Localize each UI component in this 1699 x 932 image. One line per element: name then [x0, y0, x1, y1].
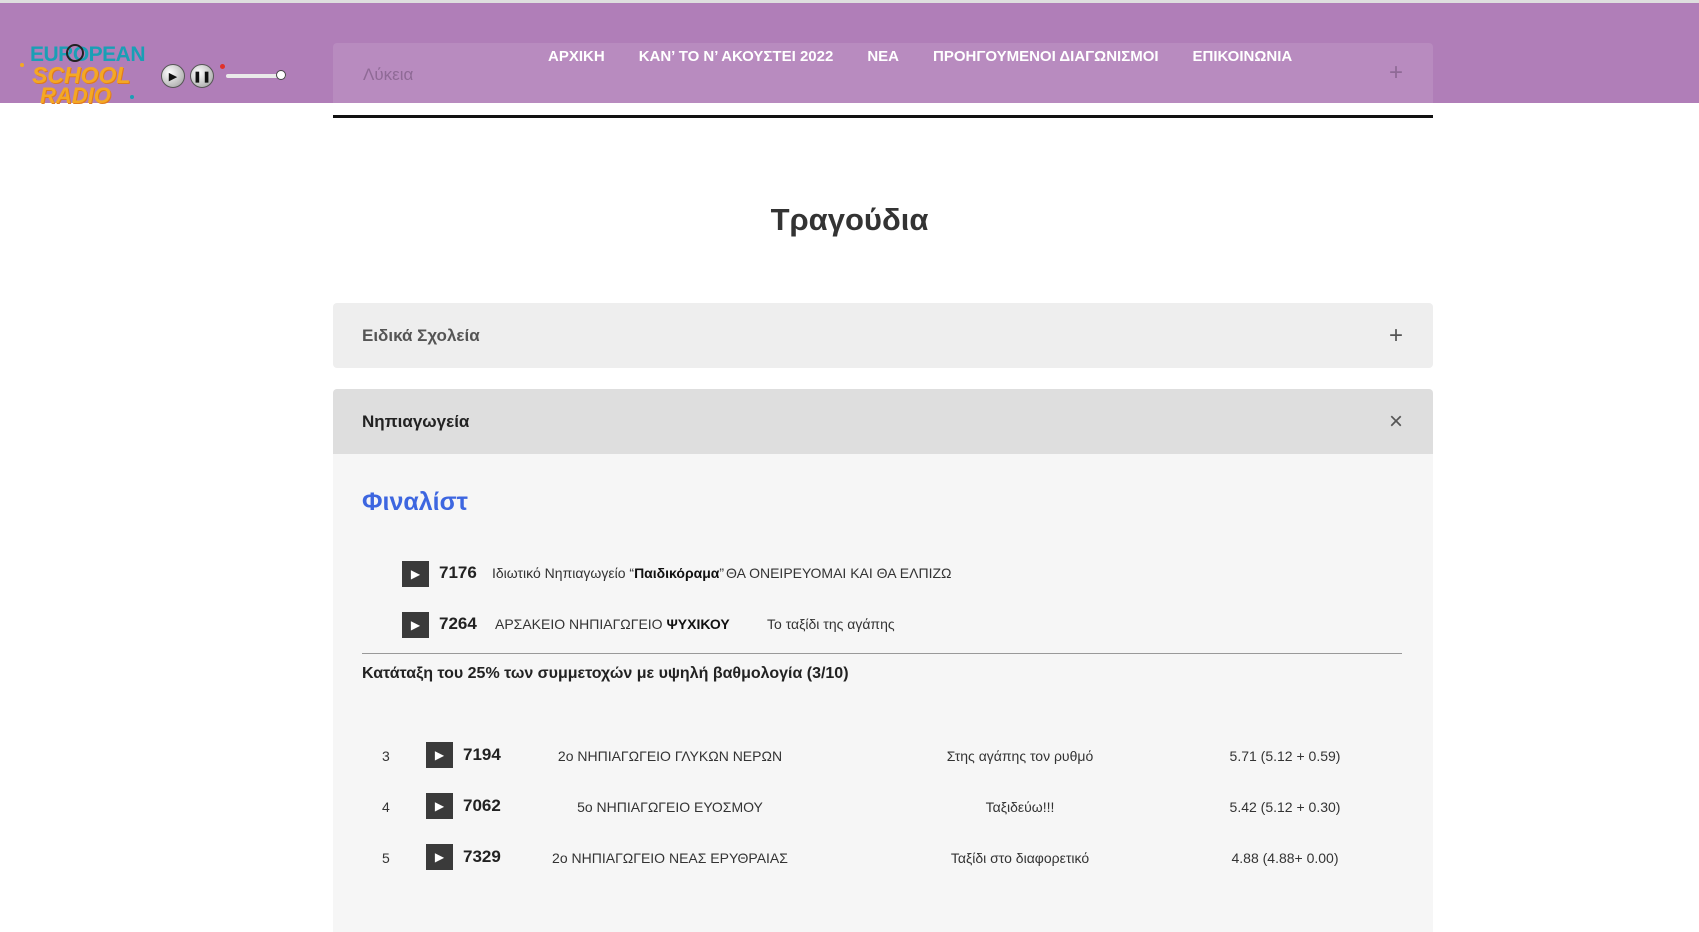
logo-dot [20, 63, 24, 67]
nav-item-contact[interactable]: ΕΠΙΚΟΙΝΩΝΙΑ [1193, 48, 1293, 68]
school-name-prefix: ΑΡΣΑΚΕΙΟ ΝΗΠΙΑΓΩΓΕΙΟ [495, 616, 667, 632]
accordion-nipiagogeia-label: Νηπιαγωγεία [362, 411, 470, 431]
site-logo[interactable]: EUROPEAN SCHOOL RADIO [18, 41, 148, 111]
ranking-heading: Κατάταξη του 25% των συμμετοχών με υψηλή… [362, 665, 849, 682]
close-icon[interactable]: × [1389, 409, 1403, 434]
school-name-suffix: ” [719, 565, 725, 581]
entry-song: Το ταξίδι της αγάπης [767, 616, 895, 632]
entry-school: ΑΡΣΑΚΕΙΟ ΝΗΠΙΑΓΩΓΕΙΟ ΨΥΧΙΚΟΥ [495, 616, 730, 632]
accordion-lykeia-label: Λύκεια [363, 65, 414, 84]
entry-school: Ιδιωτικό Νηπιαγωγείο “Παιδικόραμα” [492, 565, 724, 581]
play-icon[interactable]: ▶ [161, 64, 185, 88]
entry-id: 7194 [463, 745, 501, 764]
rank-number: 5 [382, 850, 390, 866]
nav-item-home[interactable]: ΑΡΧΙΚΗ [548, 48, 605, 68]
entry-song: Στης αγάπης τον ρυθμό [946, 748, 1094, 764]
entry-id: 7062 [463, 796, 501, 815]
school-name-bold: ΨΥΧΙΚΟΥ [666, 616, 730, 632]
play-icon[interactable]: ▶ [402, 561, 429, 587]
entry-score: 4.88 (4.88+ 0.00) [1231, 850, 1339, 866]
entry-school: 5ο ΝΗΠΙΑΓΩΓΕΙΟ ΕΥΟΣΜΟΥ [577, 799, 763, 815]
entry-song: Ταξιδεύω!!! [985, 799, 1055, 815]
nav-item-contest-2022[interactable]: ΚΑΝ’ ΤΟ Ν’ ΑΚΟΥΣΤΕΙ 2022 [639, 48, 834, 68]
entry-song: Ταξίδι στο διαφορετικό [950, 850, 1090, 866]
school-name-bold: Παιδικόραμα [634, 565, 720, 581]
entry-id: 7329 [463, 847, 501, 866]
entry-score: 5.42 (5.12 + 0.30) [1229, 799, 1341, 815]
play-icon[interactable]: ▶ [402, 612, 429, 638]
finalists-divider [362, 653, 1402, 654]
entry-id: 7176 [439, 563, 477, 582]
nav-item-previous-contests[interactable]: ΠΡΟΗΓΟΥΜΕΝΟΙ ΔΙΑΓΩΝΙΣΜΟΙ [933, 48, 1159, 68]
play-icon[interactable]: ▶ [426, 793, 453, 819]
plus-icon[interactable]: + [1389, 323, 1403, 348]
entry-score: 5.71 (5.12 + 0.59) [1229, 748, 1341, 764]
volume-slider-handle[interactable] [276, 70, 286, 80]
logo-dot [130, 95, 134, 99]
entry-id: 7264 [439, 614, 477, 633]
pause-icon[interactable]: ❚❚ [190, 64, 214, 88]
plus-icon[interactable]: + [1389, 59, 1403, 87]
logo-line-radio: RADIO [40, 83, 111, 108]
accordion-eidika-header[interactable]: Ειδικά Σχολεία + [333, 303, 1433, 368]
accordion-eidika-label: Ειδικά Σχολεία [362, 325, 480, 345]
school-name-prefix: Ιδιωτικό Νηπιαγωγείο “ [492, 565, 635, 581]
main-nav: ΑΡΧΙΚΗ ΚΑΝ’ ΤΟ Ν’ ΑΚΟΥΣΤΕΙ 2022 ΝΕΑ ΠΡΟΗ… [548, 48, 1292, 68]
logo-ring-icon [66, 44, 84, 62]
live-indicator-dot [220, 64, 225, 69]
entry-song: ΘΑ ΟΝΕΙΡΕΥΟΜΑΙ ΚΑΙ ΘΑ ΕΛΠΙΖΩ [726, 565, 952, 581]
site-header: Λύκεια + EUROPEAN SCHOOL RADIO ▶ ❚❚ ΑΡΧΙ… [0, 0, 1699, 108]
rank-number: 4 [382, 799, 390, 815]
entry-school: 2ο ΝΗΠΙΑΓΩΓΕΙΟ ΝΕΑΣ ΕΡΥΘΡΑΙΑΣ [552, 850, 788, 866]
page-title: Τραγούδια [770, 202, 929, 237]
accordion-nipiagogeia-header[interactable]: Νηπιαγωγεία × [333, 389, 1433, 454]
play-icon[interactable]: ▶ [426, 844, 453, 870]
nav-item-news[interactable]: ΝΕΑ [867, 48, 899, 68]
rank-number: 3 [382, 748, 390, 764]
finalists-title: Φιναλίστ [362, 488, 468, 516]
play-icon[interactable]: ▶ [426, 742, 453, 768]
entry-school: 2ο ΝΗΠΙΑΓΩΓΕΙΟ ΓΛΥΚΩΝ ΝΕΡΩΝ [557, 748, 783, 764]
accordion-nipiagogeia-body: Φιναλίστ ▶ 7176 Ιδιωτικό Νηπιαγωγείο “Πα… [333, 454, 1433, 932]
section-divider [333, 115, 1433, 118]
